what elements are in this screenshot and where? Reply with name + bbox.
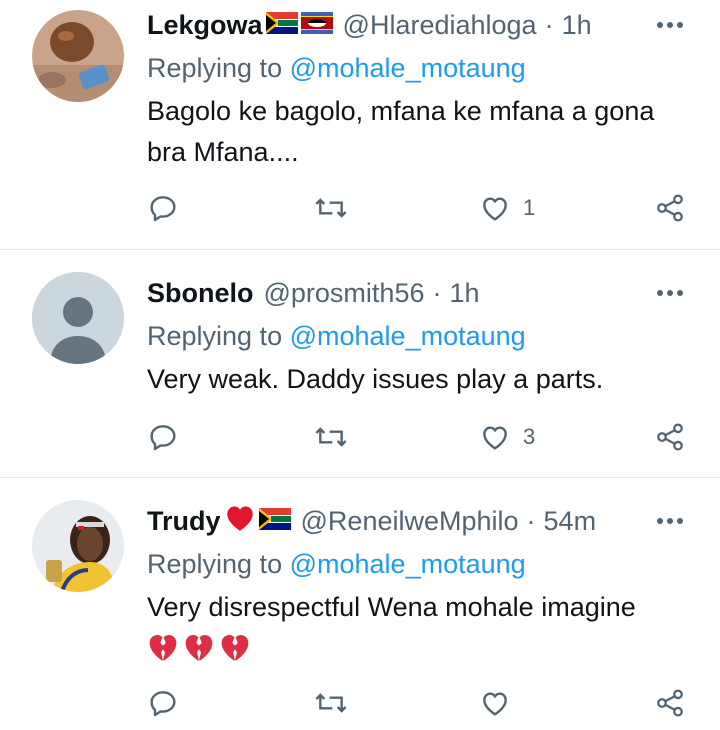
replying-to-label: Replying to xyxy=(147,549,283,579)
replying-to-label: Replying to xyxy=(147,53,283,83)
avatar[interactable] xyxy=(32,500,124,592)
tweet-text-line: Very disrespectful Wena mohale imagine xyxy=(147,592,636,622)
reply-button[interactable] xyxy=(147,683,179,723)
timestamp[interactable]: 54m xyxy=(544,506,597,537)
share-icon xyxy=(657,194,683,222)
mention-link[interactable]: @mohale_motaung xyxy=(290,549,526,579)
retweet-icon xyxy=(315,693,347,713)
user-handle[interactable]: @ReneilweMphilo xyxy=(301,506,519,537)
broken-heart-emoji-icon xyxy=(185,635,213,661)
tweet-reply[interactable]: Sbonelo @prosmith56 · 1h Replying to @mo… xyxy=(0,250,720,478)
broken-hearts-emoji-row xyxy=(147,632,700,662)
reply-icon xyxy=(150,691,176,717)
timestamp[interactable]: 1h xyxy=(562,10,592,41)
display-name[interactable]: Lekgowa xyxy=(147,10,263,41)
retweet-button[interactable] xyxy=(313,188,349,228)
heart-icon xyxy=(483,426,507,450)
tweet-text: Very weak. Daddy issues play a parts. xyxy=(147,359,700,400)
heart-icon xyxy=(483,692,507,716)
reply-button[interactable] xyxy=(147,188,179,228)
tweet-actions: 3 xyxy=(147,417,720,457)
replying-to: Replying to @mohale_motaung xyxy=(147,316,700,356)
tweet-text-line: bra Mfana.... xyxy=(147,137,299,167)
replying-to-label: Replying to xyxy=(147,321,283,351)
replying-to: Replying to @mohale_motaung xyxy=(147,544,700,584)
timestamp[interactable]: 1h xyxy=(449,278,479,309)
tweet-header: Sbonelo @prosmith56 · 1h xyxy=(147,273,700,313)
retweet-icon xyxy=(315,198,347,218)
south-africa-flag-icon xyxy=(258,506,291,537)
separator-dot: · xyxy=(544,9,554,40)
more-options-icon[interactable] xyxy=(652,279,688,307)
mention-link[interactable]: @mohale_motaung xyxy=(290,321,526,351)
tweet-header: Trudy @ReneilweMphilo · 54m xyxy=(147,501,700,541)
user-handle[interactable]: @prosmith56 xyxy=(264,278,425,309)
user-handle[interactable]: @Hlarediahloga xyxy=(343,10,537,41)
share-button[interactable] xyxy=(653,417,687,457)
tweet-text-line: Very weak. Daddy issues play a parts. xyxy=(147,364,604,394)
broken-heart-emoji-icon xyxy=(221,635,249,661)
share-button[interactable] xyxy=(653,188,687,228)
share-icon xyxy=(657,689,683,717)
default-avatar-icon[interactable] xyxy=(32,272,124,364)
like-count: 3 xyxy=(523,424,536,449)
like-button[interactable] xyxy=(479,683,523,723)
tweet-actions: 1 xyxy=(147,188,720,228)
tweet-text: Bagolo ke bagolo, mfana ke mfana a gona … xyxy=(147,91,700,173)
mention-link[interactable]: @mohale_motaung xyxy=(290,53,526,83)
heart-icon xyxy=(483,197,507,221)
retweet-button[interactable] xyxy=(313,683,349,723)
separator-dot: · xyxy=(526,505,536,536)
tweet-text-line: Bagolo ke bagolo, mfana ke mfana a gona xyxy=(147,96,655,126)
tweet-text: Very disrespectful Wena mohale imagine xyxy=(147,587,700,662)
like-button[interactable]: 3 xyxy=(479,417,535,457)
red-heart-emoji-icon xyxy=(224,504,256,539)
like-count: 1 xyxy=(523,195,536,220)
avatar[interactable] xyxy=(32,10,124,102)
share-icon xyxy=(657,423,683,451)
separator-dot: · xyxy=(432,277,442,308)
more-options-icon[interactable] xyxy=(652,507,688,535)
reply-icon xyxy=(150,196,176,222)
more-options-icon[interactable] xyxy=(652,11,688,39)
reply-icon xyxy=(150,425,176,451)
tweet-reply[interactable]: Lekgowa @Hlarediahloga · 1h Replying to … xyxy=(0,0,720,250)
reply-button[interactable] xyxy=(147,417,179,457)
display-name[interactable]: Trudy xyxy=(147,506,221,537)
south-africa-flag-icon xyxy=(265,10,298,41)
replying-to: Replying to @mohale_motaung xyxy=(147,48,700,88)
display-name[interactable]: Sbonelo xyxy=(147,278,254,309)
retweet-icon xyxy=(315,427,347,447)
tweet-header: Lekgowa @Hlarediahloga · 1h xyxy=(147,5,700,45)
tweet-actions xyxy=(147,683,720,723)
like-button[interactable]: 1 xyxy=(479,188,535,228)
retweet-button[interactable] xyxy=(313,417,349,457)
eswatini-flag-icon xyxy=(300,10,333,41)
broken-heart-emoji-icon xyxy=(149,635,177,661)
tweet-reply[interactable]: Trudy @ReneilweMphilo · 54m Replying to … xyxy=(0,478,720,730)
share-button[interactable] xyxy=(653,683,687,723)
